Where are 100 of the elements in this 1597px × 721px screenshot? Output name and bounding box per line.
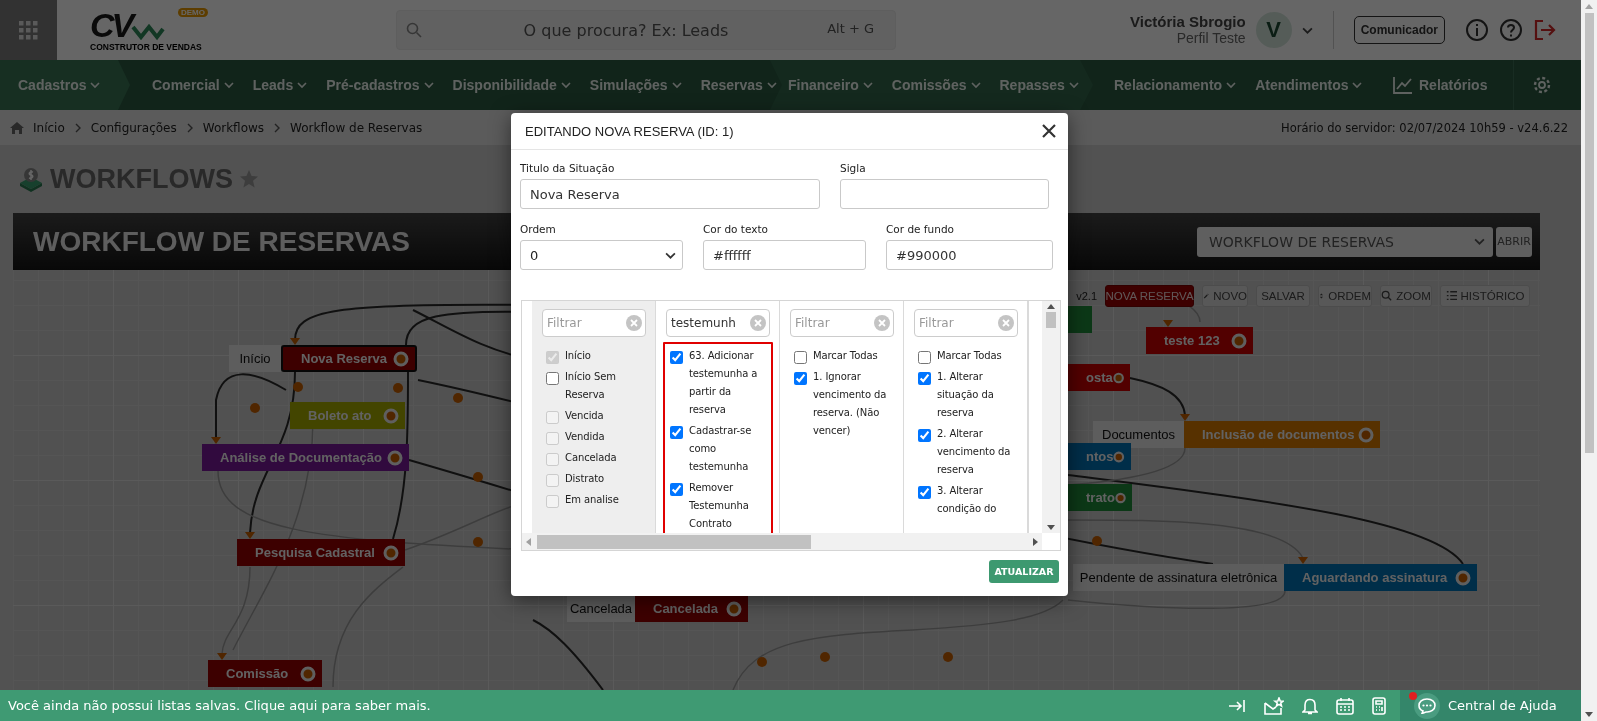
toolbar-button[interactable]: SALVAR xyxy=(1256,285,1310,307)
toolbar-button[interactable]: ZOOM xyxy=(1380,285,1432,307)
ring-icon[interactable] xyxy=(383,544,399,561)
scrollbar-thumb[interactable] xyxy=(537,534,811,549)
clear-icon[interactable] xyxy=(750,315,766,331)
help-center-button[interactable]: Central de Ajuda xyxy=(1400,690,1581,721)
ring-icon[interactable] xyxy=(1358,426,1374,443)
help-icon[interactable] xyxy=(1499,18,1523,42)
nav-menu-item[interactable]: Comercial xyxy=(152,77,234,93)
vertical-scrollbar[interactable] xyxy=(1042,301,1060,533)
order-select[interactable]: 0 xyxy=(520,240,683,270)
workflow-node[interactable]: trato xyxy=(1068,484,1132,511)
nav-menu-item[interactable]: Financeiro xyxy=(788,77,873,93)
workflow-node[interactable]: Inclusão de documentos xyxy=(1184,421,1380,448)
ring-icon[interactable] xyxy=(1455,569,1471,586)
scroll-up-icon[interactable] xyxy=(1047,304,1055,309)
filter-field[interactable]: testemunh xyxy=(666,309,770,337)
clear-icon[interactable] xyxy=(626,315,642,331)
junction-dot xyxy=(473,537,483,547)
scrollbar-thumb[interactable] xyxy=(1584,13,1594,453)
checkbox[interactable] xyxy=(670,426,683,439)
reports-link[interactable]: Relatórios xyxy=(1419,77,1488,93)
page-scrollbar[interactable] xyxy=(1581,0,1597,721)
calendar-icon[interactable] xyxy=(1336,696,1354,715)
ring-icon[interactable] xyxy=(726,600,742,617)
nav-menu-item[interactable]: Relacionamento xyxy=(1114,77,1237,93)
open-button[interactable]: ABRIR xyxy=(1496,226,1532,257)
workflow-node[interactable]: ntos xyxy=(1068,443,1131,470)
checkbox[interactable] xyxy=(546,372,559,385)
nav-menu-item[interactable]: Comissões xyxy=(891,77,981,93)
nav-menu-item[interactable]: Atendimentos xyxy=(1255,77,1363,93)
nav-menu-item[interactable]: Disponibilidade xyxy=(452,77,571,93)
scroll-down-icon[interactable] xyxy=(1047,525,1055,530)
workflow-node[interactable]: Comissão xyxy=(208,660,322,687)
checkbox[interactable] xyxy=(794,372,807,385)
mail-star-icon[interactable] xyxy=(1264,696,1284,715)
text-field[interactable]: #990000 xyxy=(886,240,1053,270)
workflow-select[interactable]: WORKFLOW DE RESERVAS xyxy=(1197,226,1493,257)
chevron-down-icon xyxy=(862,80,873,90)
workflow-node[interactable]: teste 123 xyxy=(1146,327,1253,354)
breadcrumb-link[interactable]: Workflows xyxy=(202,120,265,135)
ring-icon[interactable] xyxy=(393,350,409,367)
checkbox[interactable] xyxy=(918,429,931,442)
checkbox[interactable] xyxy=(918,351,931,364)
nav-menu-item[interactable]: Repasses xyxy=(999,77,1079,93)
filter-field[interactable]: Filtrar xyxy=(914,309,1018,337)
logout-icon[interactable] xyxy=(1533,18,1557,42)
ring-icon[interactable] xyxy=(387,449,403,466)
nav-menu-item[interactable]: Reservas xyxy=(700,77,777,93)
text-field[interactable] xyxy=(840,179,1049,209)
toolbar-button[interactable]: ORDEM xyxy=(1318,285,1372,307)
close-icon[interactable] xyxy=(1042,124,1056,138)
checkbox[interactable] xyxy=(918,372,931,385)
breadcrumb-link[interactable]: Workflow de Reservas xyxy=(290,120,423,135)
breadcrumb-link[interactable]: Início xyxy=(33,120,65,135)
nav-menu-item[interactable]: Leads xyxy=(252,77,308,93)
clear-icon[interactable] xyxy=(998,315,1014,331)
workflow-node[interactable]: Nova Reserva xyxy=(281,345,417,372)
text-field[interactable]: Nova Reserva xyxy=(520,179,820,209)
breadcrumb-link[interactable]: Configurações xyxy=(90,120,177,135)
nav-menu-item[interactable]: Pré-cadastros xyxy=(326,77,434,93)
home-icon xyxy=(10,121,24,134)
chevron-down-icon xyxy=(297,80,308,90)
horizontal-scrollbar[interactable] xyxy=(522,533,1042,550)
checkbox[interactable] xyxy=(794,351,807,364)
checkbox[interactable] xyxy=(918,486,931,499)
clear-icon[interactable] xyxy=(874,315,890,331)
toolbar-button[interactable]: NOVA RESERVA xyxy=(1105,285,1194,307)
text-field[interactable]: #ffffff xyxy=(703,240,866,270)
toolbar-button[interactable]: HISTÓRICO xyxy=(1440,285,1530,307)
filter-field[interactable]: Filtrar xyxy=(790,309,894,337)
calculator-icon[interactable] xyxy=(1372,696,1386,715)
workflow-node[interactable]: osta xyxy=(1068,364,1130,391)
scroll-left-icon[interactable] xyxy=(526,537,531,546)
scroll-down-icon[interactable] xyxy=(1585,712,1593,717)
user-avatar[interactable]: V xyxy=(1255,12,1292,48)
ring-icon[interactable] xyxy=(1231,332,1247,349)
checkbox[interactable] xyxy=(670,483,683,496)
workflow-node[interactable]: Pesquisa Cadastral xyxy=(237,539,405,566)
scrollbar-thumb[interactable] xyxy=(1046,312,1056,328)
workflow-node[interactable]: Aguardando assinatura xyxy=(1284,564,1477,591)
scroll-right-icon[interactable] xyxy=(1033,537,1038,546)
workflow-node[interactable]: Cancelada xyxy=(635,595,748,622)
ring-icon[interactable] xyxy=(383,407,399,424)
saved-lists-message[interactable]: Você ainda não possui listas salvas. Clique aqui para saber mais. xyxy=(0,698,431,713)
communicator-button[interactable]: Comunicador xyxy=(1353,16,1445,44)
toolbar-button[interactable]: NOVO xyxy=(1202,285,1248,307)
ring-icon[interactable] xyxy=(300,665,316,682)
workflow-node[interactable] xyxy=(1068,306,1092,333)
bell-icon[interactable] xyxy=(1302,696,1318,715)
workflow-node[interactable]: Análise de Documentação xyxy=(202,444,409,471)
filter-field[interactable]: Filtrar xyxy=(542,309,646,337)
info-icon[interactable] xyxy=(1465,18,1489,42)
workflow-node[interactable]: Boleto ato xyxy=(290,402,405,429)
checkbox[interactable] xyxy=(670,351,683,364)
apps-grid-icon[interactable] xyxy=(19,20,38,40)
update-button[interactable]: ATUALIZAR xyxy=(989,560,1059,583)
arrow-to-bar-icon[interactable] xyxy=(1228,697,1246,714)
nav-menu-item[interactable]: Simulações xyxy=(589,77,682,93)
settings-icon[interactable] xyxy=(1532,75,1552,95)
